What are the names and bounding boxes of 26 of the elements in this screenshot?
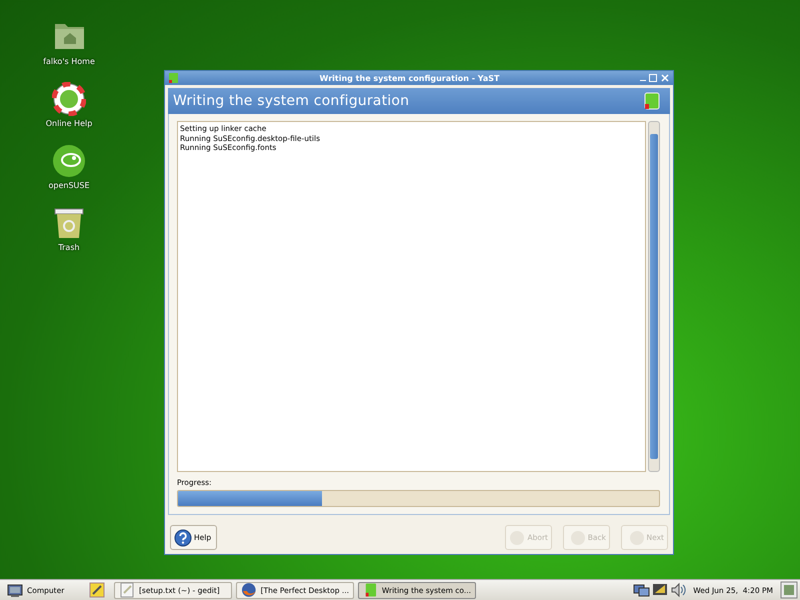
desktop-icon-label[interactable]: openSUSE — [48, 181, 90, 190]
speaker-icon — [670, 582, 686, 598]
app-icon — [168, 72, 179, 84]
desktop-icon-label[interactable]: Trash — [58, 243, 80, 252]
close-icon — [660, 73, 670, 83]
dialog-heading: Writing the system configuration — [173, 93, 410, 109]
lifebuoy-icon — [52, 82, 86, 116]
monitor-icon — [7, 582, 23, 598]
trash-icon — [52, 206, 86, 240]
show-desktop-icon — [780, 581, 798, 599]
notepad-icon — [89, 582, 105, 598]
help-icon — [174, 528, 192, 546]
scrollbar[interactable] — [648, 121, 660, 472]
app-icon — [644, 92, 660, 110]
desktop-icon-label[interactable]: Online Help — [46, 119, 92, 128]
chameleon-logo-icon — [52, 144, 86, 178]
scroll-thumb[interactable] — [650, 134, 658, 459]
globe-icon — [241, 582, 257, 598]
display-icon — [652, 582, 668, 598]
network-icon — [633, 582, 650, 598]
desktop-icon-label[interactable]: falko's Home — [43, 57, 95, 66]
minimize-icon — [640, 80, 646, 81]
maximize-icon — [648, 73, 658, 83]
app-icon — [363, 582, 378, 598]
window-title: Writing the system configuration - YaST — [318, 74, 500, 82]
document-icon — [119, 582, 135, 598]
